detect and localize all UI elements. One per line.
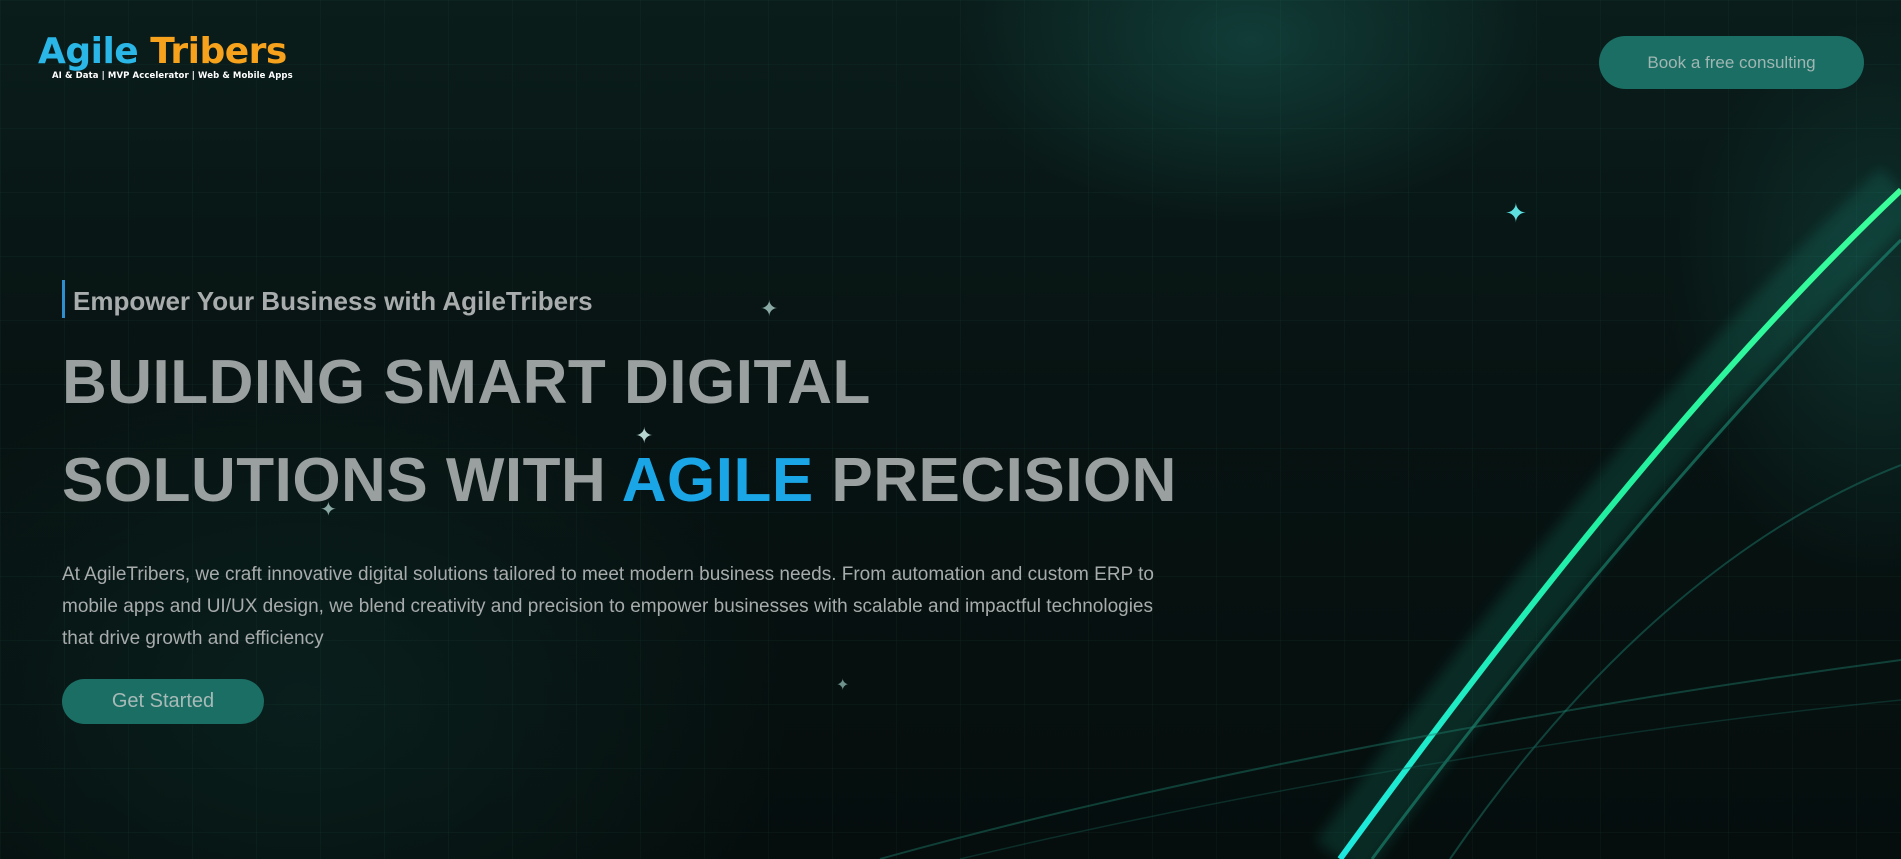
- headline-line-2: SOLUTIONS WITH AGILE PRECISION: [62, 432, 1182, 530]
- hero-page: ✦ ✦ ✦ ✦ ✦ Agile Tribers AI & Data | MVP …: [0, 0, 1901, 859]
- logo-word-tribers: Tribers: [150, 31, 287, 72]
- headline-line-2-pre: SOLUTIONS WITH: [62, 446, 622, 515]
- beam-glow: [1315, 168, 1901, 859]
- logo-word-agile: Agile: [38, 31, 139, 72]
- get-started-button[interactable]: Get Started: [62, 679, 264, 724]
- headline-accent-word: AGILE: [621, 446, 814, 515]
- hero-content: Empower Your Business with AgileTribers …: [62, 280, 1182, 724]
- headline-line-2-post: PRECISION: [813, 446, 1177, 515]
- brand-logo[interactable]: Agile Tribers AI & Data | MVP Accelerato…: [38, 30, 293, 81]
- headline-line-1: BUILDING SMART DIGITAL: [62, 348, 871, 417]
- logo-wordmark: Agile Tribers: [38, 30, 293, 74]
- sparkle-icon: ✦: [1505, 198, 1527, 228]
- logo-tagline: AI & Data | MVP Accelerator | Web & Mobi…: [52, 71, 293, 81]
- beam-secondary: [1370, 238, 1901, 859]
- hero-eyebrow: Empower Your Business with AgileTribers: [62, 280, 1182, 318]
- hero-headline: BUILDING SMART DIGITAL SOLUTIONS WITH AG…: [62, 334, 1182, 530]
- hero-description: At AgileTribers, we craft innovative dig…: [62, 564, 1154, 649]
- book-consulting-button[interactable]: Book a free consulting: [1599, 36, 1864, 89]
